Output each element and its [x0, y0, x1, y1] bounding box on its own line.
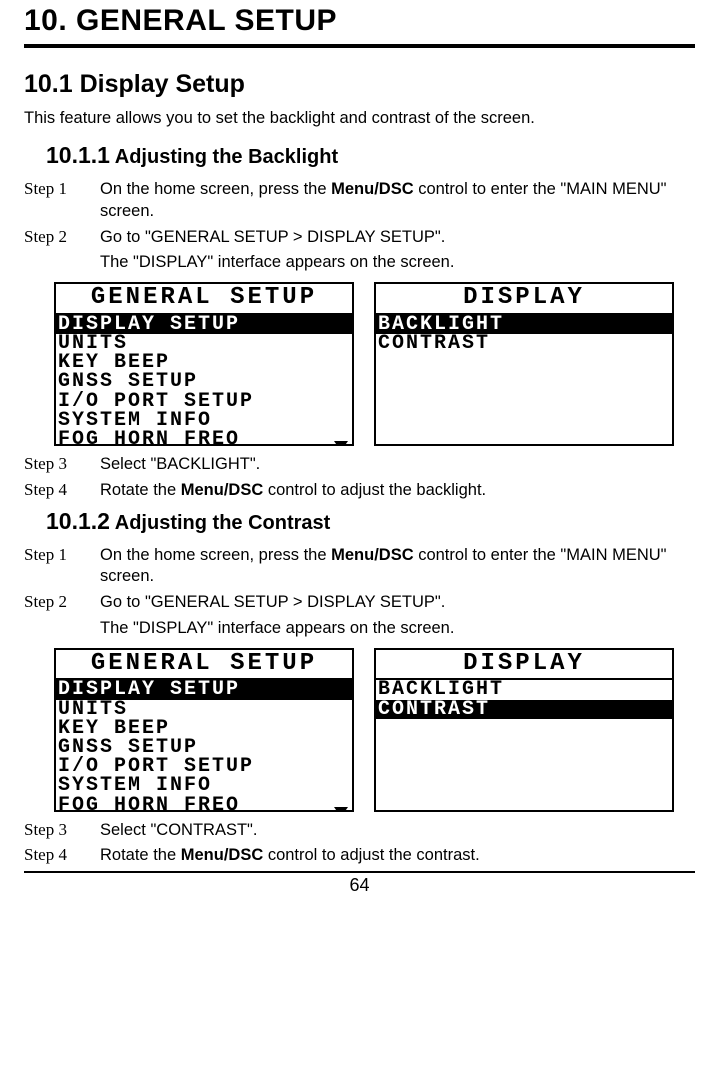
subsection-number: 10.1.1	[46, 142, 110, 168]
device-screen-general-setup: GENERAL SETUP DISPLAY SETUP UNITS KEY BE…	[54, 648, 354, 812]
step-row: Step 1 On the home screen, press the Men…	[24, 179, 695, 223]
menu-item-selected: DISPLAY SETUP	[56, 680, 352, 699]
screens-row: GENERAL SETUP DISPLAY SETUP UNITS KEY BE…	[54, 282, 695, 446]
section-title: 10.1 Display Setup	[24, 70, 695, 99]
scroll-down-icon	[334, 807, 348, 812]
step-label: Step 4	[24, 480, 100, 500]
step-body: Rotate the Menu/DSC control to adjust th…	[100, 480, 695, 502]
screens-row: GENERAL SETUP DISPLAY SETUP UNITS KEY BE…	[54, 648, 695, 812]
scroll-down-icon	[334, 441, 348, 446]
text-fragment: control to adjust the contrast.	[263, 846, 479, 864]
chapter-title: 10. GENERAL SETUP	[24, 4, 695, 38]
screen-body: BACKLIGHT CONTRAST	[376, 315, 672, 353]
step-row: Step 4 Rotate the Menu/DSC control to ad…	[24, 845, 695, 867]
text-fragment: On the home screen, press the	[100, 546, 331, 564]
step-continue: The "DISPLAY" interface appears on the s…	[100, 252, 695, 274]
menu-item: BACKLIGHT	[376, 680, 672, 699]
step-label: Step 1	[24, 179, 100, 199]
page-number: 64	[24, 875, 695, 896]
screen-title: GENERAL SETUP	[56, 650, 352, 681]
intro-text: This feature allows you to set the backl…	[24, 109, 695, 128]
menu-item: GNSS SETUP	[56, 372, 352, 391]
step-label: Step 4	[24, 845, 100, 865]
step-body: Rotate the Menu/DSC control to adjust th…	[100, 845, 695, 867]
step-continue: The "DISPLAY" interface appears on the s…	[100, 618, 695, 640]
subsection-heading: 10.1.2 Adjusting the Contrast	[24, 508, 695, 535]
subsection-title: Adjusting the Backlight	[110, 146, 338, 168]
step-row: Step 1 On the home screen, press the Men…	[24, 545, 695, 589]
control-name: Menu/DSC	[331, 546, 414, 564]
screen-body: BACKLIGHT CONTRAST	[376, 680, 672, 718]
step-body: On the home screen, press the Menu/DSC c…	[100, 545, 695, 589]
step-row: Step 3 Select "BACKLIGHT".	[24, 454, 695, 476]
screen-body: DISPLAY SETUP UNITS KEY BEEP GNSS SETUP …	[56, 680, 352, 811]
text-fragment: On the home screen, press the	[100, 180, 331, 198]
menu-item: FOG HORN FREQ	[56, 796, 352, 812]
device-screen-display: DISPLAY BACKLIGHT CONTRAST	[374, 282, 674, 446]
control-name: Menu/DSC	[181, 481, 264, 499]
text-fragment: Rotate the	[100, 481, 181, 499]
chapter-rule	[24, 44, 695, 48]
subsection-heading: 10.1.1 Adjusting the Backlight	[24, 142, 695, 169]
step-label: Step 1	[24, 545, 100, 565]
control-name: Menu/DSC	[181, 846, 264, 864]
subsection-title: Adjusting the Contrast	[110, 512, 330, 534]
text-fragment: Rotate the	[100, 846, 181, 864]
footer-rule	[24, 871, 695, 873]
step-body: Go to "GENERAL SETUP > DISPLAY SETUP".	[100, 592, 695, 614]
step-body: Go to "GENERAL SETUP > DISPLAY SETUP".	[100, 227, 695, 249]
device-screen-display: DISPLAY BACKLIGHT CONTRAST	[374, 648, 674, 812]
subsection-number: 10.1.2	[46, 508, 110, 534]
step-row: Step 3 Select "CONTRAST".	[24, 820, 695, 842]
step-body: Select "BACKLIGHT".	[100, 454, 695, 476]
step-label: Step 2	[24, 592, 100, 612]
menu-item: SYSTEM INFO	[56, 776, 352, 795]
step-body: Select "CONTRAST".	[100, 820, 695, 842]
step-label: Step 2	[24, 227, 100, 247]
menu-item: I/O PORT SETUP	[56, 392, 352, 411]
menu-item: CONTRAST	[376, 334, 672, 353]
menu-item: FOG HORN FREQ	[56, 430, 352, 446]
step-row: Step 4 Rotate the Menu/DSC control to ad…	[24, 480, 695, 502]
menu-item-selected: CONTRAST	[376, 700, 672, 719]
device-screen-general-setup: GENERAL SETUP DISPLAY SETUP UNITS KEY BE…	[54, 282, 354, 446]
step-row: Step 2 Go to "GENERAL SETUP > DISPLAY SE…	[24, 592, 695, 614]
step-label: Step 3	[24, 454, 100, 474]
text-fragment: control to adjust the backlight.	[263, 481, 486, 499]
control-name: Menu/DSC	[331, 180, 414, 198]
screen-body: DISPLAY SETUP UNITS KEY BEEP GNSS SETUP …	[56, 315, 352, 446]
screen-title: GENERAL SETUP	[56, 284, 352, 315]
menu-item: UNITS	[56, 700, 352, 719]
step-body: On the home screen, press the Menu/DSC c…	[100, 179, 695, 223]
screen-title: DISPLAY	[376, 284, 672, 315]
step-label: Step 3	[24, 820, 100, 840]
screen-title: DISPLAY	[376, 650, 672, 681]
step-row: Step 2 Go to "GENERAL SETUP > DISPLAY SE…	[24, 227, 695, 249]
